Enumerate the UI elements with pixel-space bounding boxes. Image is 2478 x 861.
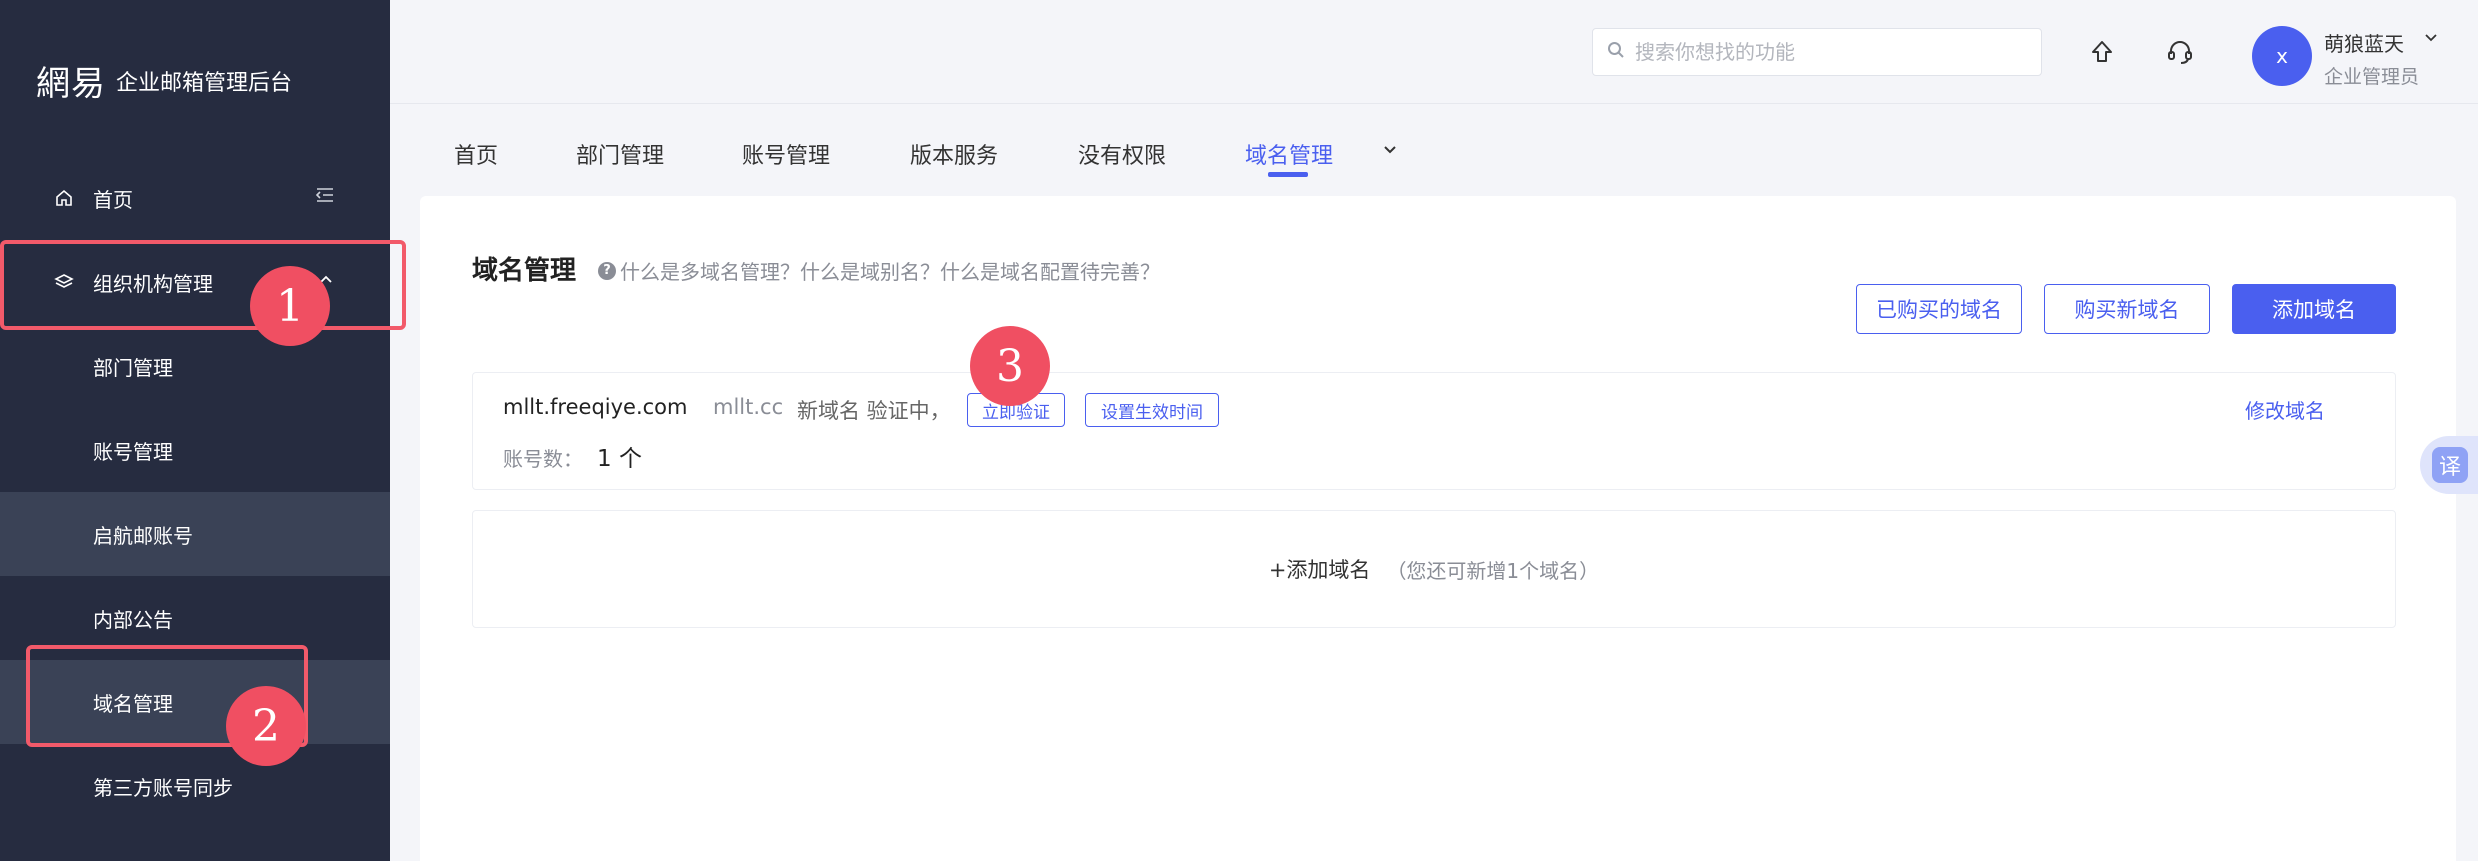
add-domain-link[interactable]: +添加域名 (1269, 554, 1371, 584)
search-box[interactable] (1592, 28, 2042, 76)
set-effective-time-button[interactable]: 设置生效时间 (1085, 393, 1219, 427)
sidebar-item-label: 首页 (93, 187, 133, 212)
domain-name: mllt.freeqiye.com (503, 395, 688, 419)
page-title: 域名管理 (472, 256, 577, 286)
chevron-down-icon[interactable] (2424, 30, 2438, 49)
sidebar-item-label: 启航邮账号 (93, 523, 193, 548)
chevron-down-icon[interactable] (1382, 142, 1398, 163)
annotation-box-1 (0, 240, 406, 330)
avatar[interactable]: x (2252, 26, 2312, 86)
account-count-label: 账号数： (503, 447, 583, 471)
top-header: x 萌狼蓝天 企业管理员 (390, 0, 2478, 104)
upload-arrow-icon[interactable] (2086, 36, 2118, 68)
brand: 網易 企业邮箱管理后台 (36, 56, 292, 105)
tab-home[interactable]: 首页 (454, 138, 498, 170)
domain-row: mllt.freeqiye.com mllt.cc 新域名 验证中， 立即验证 … (472, 372, 2396, 490)
sidebar-item-label: 账号管理 (93, 439, 173, 464)
tab-version-service[interactable]: 版本服务 (910, 138, 998, 170)
active-tab-indicator (1268, 172, 1308, 177)
brand-logo: 網易 (36, 64, 106, 104)
search-input[interactable] (1635, 40, 2015, 64)
translate-icon: 译 (2432, 447, 2468, 483)
sidebar-item-home[interactable]: 首页 (0, 156, 390, 240)
help-link[interactable]: ? 什么是多域名管理？什么是域别名？什么是域名配置待完善？ (598, 256, 1160, 285)
annotation-badge-2: 2 (226, 686, 306, 766)
translate-widget[interactable]: 译 (2420, 436, 2478, 494)
headset-support-icon[interactable] (2164, 36, 2196, 68)
sidebar-item-department[interactable]: 部门管理 (0, 324, 390, 408)
question-icon: ? (598, 261, 616, 280)
annotation-badge-1: 1 (250, 266, 330, 346)
sidebar-item-label: 部门管理 (93, 355, 173, 380)
tab-no-permission[interactable]: 没有权限 (1078, 138, 1166, 170)
tab-accounts[interactable]: 账号管理 (742, 138, 830, 170)
tab-department[interactable]: 部门管理 (576, 138, 664, 170)
buy-new-domain-button[interactable]: 购买新域名 (2044, 284, 2210, 334)
modify-domain-link[interactable]: 修改域名 (2245, 395, 2325, 424)
home-icon (54, 188, 74, 208)
tab-domain[interactable]: 域名管理 (1245, 138, 1333, 170)
account-count-value: 1 个 (597, 446, 642, 472)
sidebar-item-qihang[interactable]: 启航邮账号 (0, 492, 390, 576)
user-role: 企业管理员 (2324, 66, 2420, 88)
search-icon (1607, 41, 1625, 63)
add-domain-row[interactable]: +添加域名 （您还可新增1个域名） (472, 510, 2396, 628)
user-name[interactable]: 萌狼蓝天 (2324, 28, 2404, 57)
annotation-badge-3: 3 (970, 326, 1050, 406)
add-domain-button[interactable]: 添加域名 (2232, 284, 2396, 334)
sidebar-item-label: 内部公告 (93, 607, 173, 632)
sidebar-item-accounts[interactable]: 账号管理 (0, 408, 390, 492)
add-domain-hint: （您还可新增1个域名） (1386, 558, 1600, 583)
domain-status: 新域名 验证中， (797, 399, 951, 423)
brand-title: 企业邮箱管理后台 (116, 70, 293, 96)
sidebar-item-third-party-sync[interactable]: 第三方账号同步 (0, 744, 390, 828)
domain-alias: mllt.cc (713, 395, 784, 419)
domain-management-card: 域名管理 ? 什么是多域名管理？什么是域别名？什么是域名配置待完善？ 已购买的域… (420, 196, 2456, 861)
sidebar-item-label: 第三方账号同步 (93, 775, 233, 800)
purchased-domains-button[interactable]: 已购买的域名 (1856, 284, 2022, 334)
help-text: 什么是多域名管理？什么是域别名？什么是域名配置待完善？ (620, 260, 1160, 284)
menu-collapse-icon[interactable] (314, 184, 336, 212)
tab-bar: 首页 部门管理 账号管理 版本服务 没有权限 域名管理 (390, 104, 2478, 194)
